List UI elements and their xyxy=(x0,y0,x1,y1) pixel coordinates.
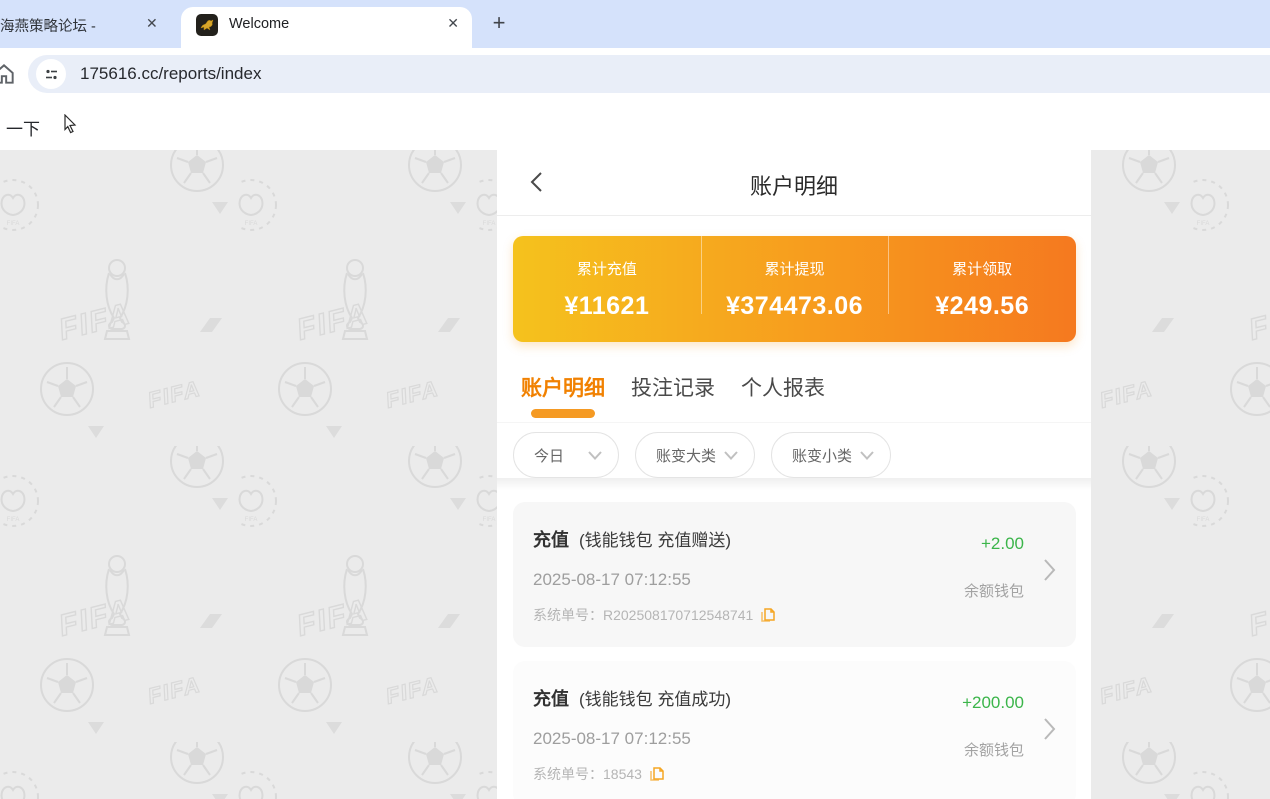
tab-forum[interactable]: 海燕策略论坛 - ✕ xyxy=(0,0,170,48)
transaction-row[interactable]: 充值 (钱能钱包 充值成功) 2025-08-17 07:12:55 系统单号：… xyxy=(513,661,1076,799)
browser-toolbar: 175616.cc/reports/index xyxy=(0,48,1270,100)
close-icon[interactable]: ✕ xyxy=(447,15,459,32)
stat-total-claimed: 累计领取 ¥249.56 xyxy=(888,258,1076,321)
chevron-right-icon[interactable] xyxy=(1043,717,1056,746)
transaction-order-row: 系统单号： R202508170712548741 xyxy=(533,605,1056,625)
chevron-down-icon xyxy=(724,451,738,460)
transaction-subtitle: (钱能钱包 充值赠送) xyxy=(579,526,731,551)
transaction-right-block: +200.00 余额钱包 xyxy=(962,693,1024,760)
transaction-subtitle: (钱能钱包 充值成功) xyxy=(579,685,731,710)
tab-label: 投注记录 xyxy=(631,377,715,400)
stat-value: ¥11621 xyxy=(513,292,701,321)
tabs-divider xyxy=(497,422,1091,423)
filter-bar: 今日 账变大类 账变小类 xyxy=(513,432,1091,478)
filter-label: 账变大类 xyxy=(656,445,724,466)
tab-personal-report[interactable]: 个人报表 xyxy=(741,372,825,422)
transaction-amount: +2.00 xyxy=(964,534,1024,554)
active-tab-underline xyxy=(531,409,595,418)
copy-icon[interactable] xyxy=(760,607,775,623)
section-shadow xyxy=(497,478,1091,490)
chevron-down-icon xyxy=(588,451,602,460)
tab-strip: 海燕策略论坛 - ✕ Welcome ✕ + xyxy=(0,0,1270,48)
stat-label: 累计领取 xyxy=(888,258,1076,279)
transaction-wallet: 余额钱包 xyxy=(964,580,1024,601)
transaction-right-block: +2.00 余额钱包 xyxy=(964,534,1024,601)
stray-page-text: 一下 xyxy=(6,115,40,140)
transaction-type: 充值 xyxy=(533,526,569,552)
panel-header: 账户明细 xyxy=(497,150,1091,216)
filter-category-major-select[interactable]: 账变大类 xyxy=(635,432,755,478)
filter-category-minor-select[interactable]: 账变小类 xyxy=(771,432,891,478)
chevron-right-icon[interactable] xyxy=(1043,558,1056,587)
filter-label: 今日 xyxy=(534,445,588,466)
page-top-strip: 一下 xyxy=(0,100,1270,150)
tab-label: 个人报表 xyxy=(741,377,825,400)
copy-icon[interactable] xyxy=(649,766,664,782)
stat-value: ¥249.56 xyxy=(888,292,1076,321)
transaction-wallet: 余额钱包 xyxy=(962,739,1024,760)
address-bar[interactable]: 175616.cc/reports/index xyxy=(28,55,1270,93)
stats-summary-card: 累计充值 ¥11621 累计提现 ¥374473.06 累计领取 ¥249.56 xyxy=(513,236,1076,342)
stat-total-deposit: 累计充值 ¥11621 xyxy=(513,258,701,321)
order-number: 18543 xyxy=(603,766,642,782)
home-icon[interactable] xyxy=(0,61,17,92)
transaction-order-row: 系统单号： 18543 xyxy=(533,764,1056,784)
tab-welcome[interactable]: Welcome ✕ xyxy=(181,7,472,48)
tab-welcome-title: Welcome xyxy=(229,16,289,32)
tab-account-detail[interactable]: 账户明细 xyxy=(521,372,605,422)
mouse-cursor-icon xyxy=(62,114,78,139)
stat-value: ¥374473.06 xyxy=(701,292,889,321)
order-label: 系统单号： xyxy=(533,605,603,625)
chevron-down-icon xyxy=(860,451,874,460)
transaction-type: 充值 xyxy=(533,685,569,711)
order-number: R202508170712548741 xyxy=(603,607,753,623)
tab-bet-records[interactable]: 投注记录 xyxy=(631,372,715,422)
stat-total-withdraw: 累计提现 ¥374473.06 xyxy=(701,258,889,321)
transaction-amount: +200.00 xyxy=(962,693,1024,713)
tab-label: 账户明细 xyxy=(521,377,605,400)
order-label: 系统单号： xyxy=(533,764,603,784)
close-icon[interactable]: ✕ xyxy=(146,15,158,32)
account-detail-panel: 账户明细 累计充值 ¥11621 累计提现 ¥374473.06 累计领取 ¥2… xyxy=(497,150,1091,799)
tab-forum-title: 海燕策略论坛 - xyxy=(0,15,135,36)
transaction-list: 充值 (钱能钱包 充值赠送) 2025-08-17 07:12:55 系统单号：… xyxy=(497,490,1091,799)
section-tabs: 账户明细 投注记录 个人报表 xyxy=(521,372,1091,422)
browser-window: 海燕策略论坛 - ✕ Welcome ✕ + xyxy=(0,0,1270,799)
stat-label: 累计充值 xyxy=(513,258,701,279)
site-settings-icon[interactable] xyxy=(36,59,66,89)
page-title: 账户明细 xyxy=(497,169,1091,201)
stat-label: 累计提现 xyxy=(701,258,889,279)
filter-date-select[interactable]: 今日 xyxy=(513,432,619,478)
site-favicon-icon xyxy=(196,14,218,36)
url-text[interactable]: 175616.cc/reports/index xyxy=(80,64,261,84)
filter-label: 账变小类 xyxy=(792,445,860,466)
transaction-row[interactable]: 充值 (钱能钱包 充值赠送) 2025-08-17 07:12:55 系统单号：… xyxy=(513,502,1076,647)
new-tab-button[interactable]: + xyxy=(485,10,513,38)
